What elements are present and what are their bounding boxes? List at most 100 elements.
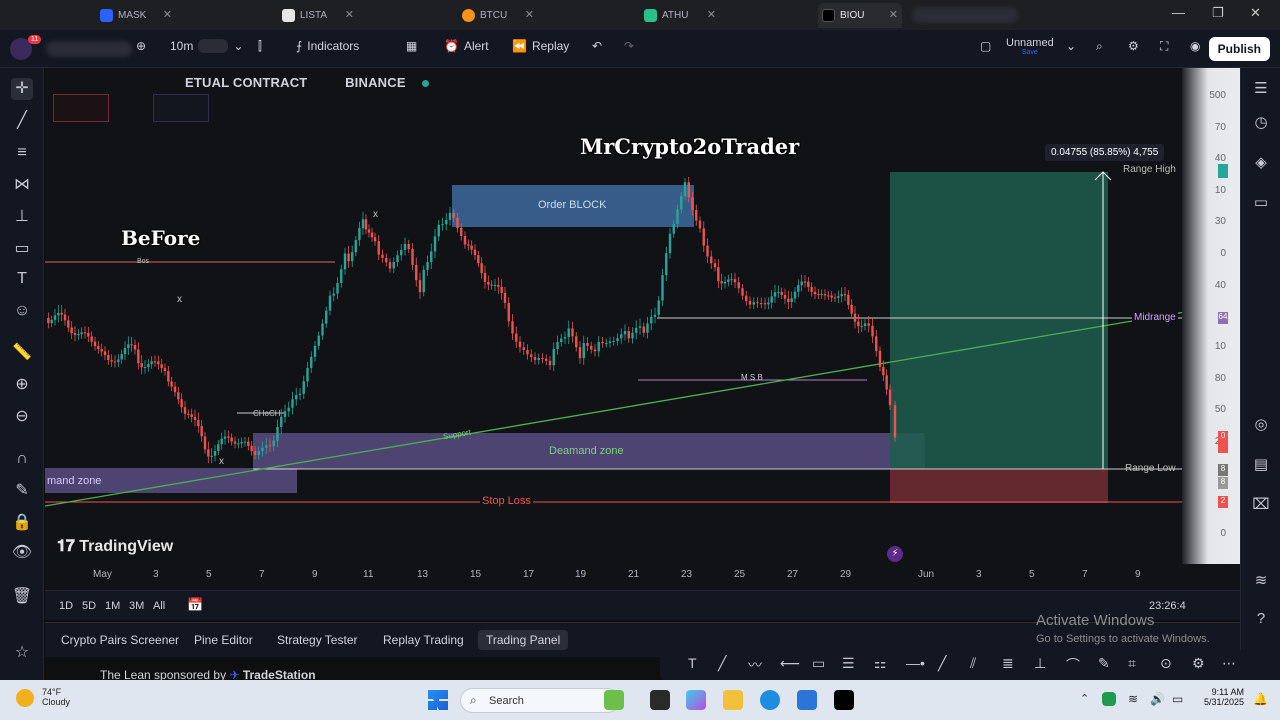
- close-icon[interactable]: ✕: [707, 8, 716, 21]
- interval-dropdown[interactable]: 10m ⌄: [170, 39, 243, 53]
- trash-icon[interactable]: 🗑: [11, 586, 33, 608]
- taskbar-search[interactable]: ⌕ Search: [460, 688, 620, 713]
- range-5d-button[interactable]: 5D: [82, 600, 96, 612]
- browser-tab[interactable]: LISTA ✕: [278, 3, 358, 28]
- ruler-icon[interactable]: 📏: [11, 342, 33, 364]
- curve-icon[interactable]: ⌒: [1066, 655, 1080, 675]
- tray-chevron-up-icon[interactable]: ⌃: [1080, 692, 1089, 705]
- redo-icon[interactable]: ↷: [624, 39, 634, 53]
- chat-icon[interactable]: ▭: [1250, 192, 1272, 214]
- horizontal-ray-icon[interactable]: ⟵: [780, 655, 800, 672]
- trend-line-icon[interactable]: ╱: [718, 655, 726, 672]
- time-axis[interactable]: May 3 5 7 9 11 13 15 17 19 21 23 25 27 2…: [45, 564, 1240, 590]
- settings-icon[interactable]: ⚙: [1192, 655, 1205, 672]
- pine-icon[interactable]: ⌧: [1250, 494, 1272, 516]
- layout-icon[interactable]: ▢: [980, 39, 991, 53]
- maximize-icon[interactable]: ❐: [1212, 5, 1224, 21]
- chevron-down-icon[interactable]: ⌄: [1066, 39, 1076, 53]
- text-icon[interactable]: T: [11, 268, 33, 290]
- close-icon[interactable]: ✕: [163, 8, 172, 21]
- favorites-star-icon[interactable]: ☆: [11, 642, 33, 664]
- widgets-icon[interactable]: [604, 690, 624, 710]
- add-symbol-icon[interactable]: ⊕: [136, 39, 146, 53]
- store-icon[interactable]: [797, 690, 817, 710]
- tab-trading-panel[interactable]: Trading Panel: [478, 630, 569, 650]
- browser-tab[interactable]: ATHU ✕: [640, 3, 720, 28]
- battery-icon[interactable]: ▭: [1172, 692, 1183, 706]
- browser-tab-active[interactable]: BIOU ✕: [818, 3, 902, 28]
- rectangle-icon[interactable]: ▭: [812, 655, 825, 672]
- magnet-icon[interactable]: ∩: [11, 448, 33, 470]
- tab-replay-trading[interactable]: Replay Trading: [375, 630, 472, 650]
- volume-icon[interactable]: 🔊: [1150, 692, 1165, 706]
- tray-app-icon[interactable]: [1102, 692, 1116, 706]
- fib-retracement-icon[interactable]: ☰: [842, 655, 855, 672]
- signal-icon[interactable]: ≋: [1250, 570, 1272, 592]
- projection-icon[interactable]: ⊥: [11, 206, 33, 228]
- cycle-icon[interactable]: ⊙: [1160, 655, 1172, 672]
- camera-icon[interactable]: ◉: [1190, 39, 1200, 53]
- windows-start-icon[interactable]: [428, 690, 448, 710]
- date-range-calendar-icon[interactable]: 📅: [187, 597, 203, 613]
- quick-search-icon[interactable]: ⌕: [1096, 39, 1103, 54]
- alerts-clock-icon[interactable]: ◷: [1250, 112, 1272, 134]
- long-position-icon[interactable]: ⊥: [1034, 655, 1046, 672]
- templates-icon[interactable]: ▦: [406, 39, 417, 53]
- fib-extension-icon[interactable]: ⚏: [874, 655, 887, 672]
- text-tool-icon[interactable]: T: [688, 655, 697, 671]
- path-icon[interactable]: 〰: [748, 655, 762, 675]
- tab-crypto-pairs-screener[interactable]: Crypto Pairs Screener: [53, 630, 187, 650]
- help-icon[interactable]: ?: [1250, 608, 1272, 630]
- more-icon[interactable]: ⋯: [1222, 655, 1236, 672]
- close-icon[interactable]: ✕: [525, 8, 534, 21]
- range-all-button[interactable]: All: [153, 600, 165, 612]
- notification-bell-icon[interactable]: 🔔: [1253, 692, 1268, 706]
- lock-icon[interactable]: 🔒: [11, 512, 33, 534]
- undo-icon[interactable]: ↶: [592, 39, 602, 53]
- alert-button[interactable]: ⏰ Alert: [444, 39, 489, 53]
- watchlist-icon[interactable]: ☰: [1250, 78, 1272, 100]
- browser-tab[interactable]: MASK ✕: [96, 3, 176, 28]
- price-scale[interactable]: 500 70 40 10 30 0 40 10 80 50 20 0 64 0 …: [1182, 68, 1240, 590]
- layers-icon[interactable]: ◈: [1250, 152, 1272, 174]
- indicators-button[interactable]: ⨍ Indicators: [296, 39, 359, 53]
- range-1m-button[interactable]: 1M: [105, 600, 120, 612]
- file-explorer-icon[interactable]: [723, 690, 743, 710]
- fullscreen-icon[interactable]: ⛶: [1160, 39, 1168, 54]
- range-3m-button[interactable]: 3M: [129, 600, 144, 612]
- fib-icon[interactable]: ≡: [11, 142, 33, 164]
- calendar-icon[interactable]: ▤: [1250, 454, 1272, 476]
- browser-tab[interactable]: BTCU ✕: [458, 3, 538, 28]
- tab-strategy-tester[interactable]: Strategy Tester: [269, 630, 365, 650]
- system-clock[interactable]: 9:11 AM 5/31/2025: [1204, 687, 1244, 707]
- hide-icon[interactable]: 👁: [11, 542, 33, 564]
- pattern-icon[interactable]: ⋈: [11, 174, 33, 196]
- edge-icon[interactable]: [760, 690, 780, 710]
- lightning-icon[interactable]: ⚡: [887, 546, 903, 562]
- bar-style-icon[interactable]: ⫿: [258, 39, 262, 54]
- replay-button[interactable]: ⏪ Replay: [512, 39, 569, 53]
- parallel-channel-icon[interactable]: ⫽: [970, 655, 976, 672]
- crosshair-icon[interactable]: ✛: [11, 78, 33, 100]
- range-1d-button[interactable]: 1D: [59, 600, 73, 612]
- task-view-icon[interactable]: [650, 690, 670, 710]
- ray-icon[interactable]: ╱: [938, 655, 946, 672]
- close-icon[interactable]: ✕: [345, 8, 354, 21]
- copilot-icon[interactable]: [686, 690, 706, 710]
- stay-drawing-icon[interactable]: ✎: [11, 480, 33, 502]
- horizontal-line-icon[interactable]: —•: [906, 655, 925, 671]
- target-icon[interactable]: ◎: [1250, 414, 1272, 436]
- price-chart[interactable]: ETUAL CONTRACT BINANCE MrCrypto2oTrader …: [45, 68, 1240, 590]
- settings-gear-icon[interactable]: ⚙: [1128, 39, 1139, 53]
- zoom-out-icon[interactable]: ⊖: [11, 406, 33, 428]
- blurred-symbol-search[interactable]: [46, 41, 132, 57]
- zoom-in-icon[interactable]: ⊕: [11, 374, 33, 396]
- tradingview-app-icon[interactable]: [834, 690, 854, 710]
- close-icon[interactable]: ✕: [889, 8, 898, 21]
- tab-pine-editor[interactable]: Pine Editor: [186, 630, 261, 650]
- layout-name-button[interactable]: Unnamed Save: [1006, 37, 1054, 56]
- pen-icon[interactable]: ✎: [1098, 655, 1110, 672]
- minimize-icon[interactable]: —: [1172, 5, 1185, 20]
- grid-icon[interactable]: ⌗: [1128, 655, 1136, 672]
- buy-sell-buttons[interactable]: [53, 94, 109, 122]
